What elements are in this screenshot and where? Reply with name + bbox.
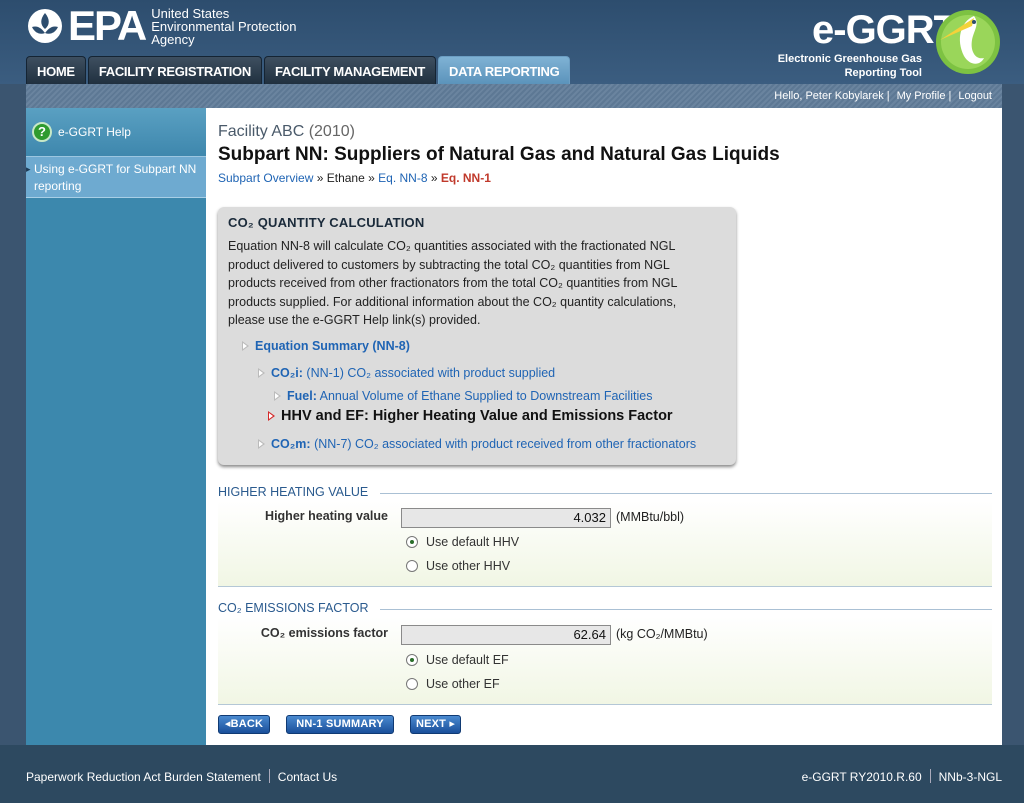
hhv-label: Higher heating value [265, 509, 388, 523]
ef-default-radio[interactable]: Use default EF [406, 653, 509, 667]
hhv-other-radio[interactable]: Use other HHV [406, 559, 510, 573]
separator: | [886, 90, 890, 102]
user-greeting: Hello, Peter Kobylarek [774, 90, 884, 102]
my-profile-link[interactable]: My Profile [897, 90, 946, 102]
calc-panel-title: CO₂ QUANTITY CALCULATION [228, 215, 425, 230]
ef-section-title: CO₂ EMISSIONS FACTOR [218, 601, 373, 615]
breadcrumb-sep: » [316, 171, 327, 185]
ef-default-label: Use default EF [426, 653, 509, 667]
triangle-right-icon [258, 439, 265, 449]
agency-line2: Environmental Protection [151, 18, 297, 34]
triangle-right-icon [258, 368, 265, 378]
facility-label: Facility ABC [218, 123, 305, 140]
separator [929, 769, 931, 783]
equation-summary-label: Equation Summary (NN-8) [255, 339, 410, 353]
nn1-summary-button[interactable]: NN-1 SUMMARY [286, 715, 394, 734]
sidebar-link-subpart-nn[interactable]: Using e-GGRT for Subpart NN reporting [26, 156, 206, 198]
ef-label: CO₂ emissions factor [260, 626, 388, 640]
ef-unit: (kg CO₂/MMBtu) [616, 627, 708, 641]
co2m-label: CO₂m: [271, 437, 311, 451]
epa-wordmark: EPA [68, 2, 147, 49]
contact-us-link[interactable]: Contact Us [278, 770, 337, 784]
radio-selected-icon [406, 536, 418, 548]
reporting-year: (2010) [308, 123, 355, 140]
triangle-right-icon [242, 341, 249, 351]
epa-flower-icon [26, 7, 64, 45]
footer: Paperwork Reduction Act Burden Statement… [0, 745, 1024, 803]
equation-summary-link[interactable]: Equation Summary (NN-8) [242, 339, 410, 353]
help-question-icon: ? [32, 122, 52, 142]
fuel-label: Fuel: [287, 389, 317, 403]
radio-unselected-icon [406, 560, 418, 572]
ef-other-label: Use other EF [426, 677, 500, 691]
co2-calculation-panel: CO₂ QUANTITY CALCULATION Equation NN-8 w… [218, 207, 736, 465]
version-label: e-GGRT RY2010.R.60 [801, 770, 922, 784]
eggrt-logo: e-GGRT Electronic Greenhouse Gas Reporti… [772, 6, 1002, 82]
paperwork-link[interactable]: Paperwork Reduction Act Burden Statement [26, 770, 261, 784]
page-id-label: NNb-3-NGL [938, 770, 1002, 784]
page-title: Subpart NN: Suppliers of Natural Gas and… [218, 144, 780, 165]
hhv-section-title: HIGHER HEATING VALUE [218, 485, 373, 499]
sidebar-help-label: e-GGRT Help [58, 125, 131, 139]
main-nav-tabs: HOME FACILITY REGISTRATION FACILITY MANA… [26, 56, 572, 84]
current-equation-label: HHV and EF: Higher Heating Value and Emi… [281, 408, 673, 424]
co2i-label: CO₂i: [271, 366, 303, 380]
hhv-default-radio[interactable]: Use default HHV [406, 535, 519, 549]
sidebar: ? e-GGRT Help Using e-GGRT for Subpart N… [26, 108, 206, 745]
separator: | [948, 90, 952, 102]
breadcrumb-subpart-overview[interactable]: Subpart Overview [218, 171, 313, 185]
user-bar: Hello, Peter Kobylarek | My Profile | Logout [26, 84, 1002, 108]
footer-version: e-GGRT RY2010.R.60 NNb-3-NGL [802, 769, 1002, 784]
fuel-link[interactable]: Fuel: Annual Volume of Ethane Supplied t… [274, 389, 652, 403]
eggrt-subtitle-1: Electronic Greenhouse Gas [777, 53, 922, 65]
hhv-input[interactable]: 4.032 [401, 508, 611, 528]
separator [268, 769, 270, 783]
hhv-section: Higher heating value 4.032 (MMBtu/bbl) U… [218, 501, 992, 587]
co2m-text: (NN-7) CO₂ associated with product recei… [310, 437, 697, 451]
agency-line1: United States [151, 5, 230, 21]
eggrt-subtitle-2: Reporting Tool [844, 67, 922, 79]
triangle-right-icon [274, 391, 281, 401]
ef-section: CO₂ emissions factor 62.64 (kg CO₂/MMBtu… [218, 617, 992, 705]
fuel-text: Annual Volume of Ethane Supplied to Down… [316, 389, 653, 403]
epa-logo[interactable]: EPA United States Environmental Protecti… [26, 2, 297, 49]
co2i-text: (NN-1) CO₂ associated with product suppl… [302, 366, 556, 380]
calc-description: Equation NN-8 will calculate CO₂ quantit… [228, 239, 678, 327]
back-button[interactable]: ◂BACK [218, 715, 270, 734]
hhv-other-label: Use other HHV [426, 559, 511, 573]
hhv-section-header: HIGHER HEATING VALUE [218, 485, 992, 501]
breadcrumb-sep: » [430, 171, 441, 185]
current-step-arrow-icon [268, 411, 275, 421]
main-content: Facility ABC (2010) Subpart NN: Supplier… [206, 108, 1002, 745]
radio-unselected-icon [406, 678, 418, 690]
next-button[interactable]: NEXT ▸ [410, 715, 461, 734]
header: EPA United States Environmental Protecti… [0, 0, 1024, 84]
ef-other-radio[interactable]: Use other EF [406, 677, 500, 691]
breadcrumb-eq-nn8[interactable]: Eq. NN-8 [378, 171, 427, 185]
breadcrumb: Subpart Overview » Ethane » Eq. NN-8 » E… [218, 171, 491, 185]
logout-link[interactable]: Logout [958, 90, 992, 102]
tab-data-reporting[interactable]: DATA REPORTING [438, 56, 571, 84]
hhv-default-label: Use default HHV [426, 535, 520, 549]
egret-bird-icon [930, 6, 1002, 78]
breadcrumb-ethane: Ethane [326, 171, 365, 185]
tab-home[interactable]: HOME [26, 56, 86, 84]
agency-line3: Agency [151, 31, 195, 47]
co2m-link[interactable]: CO₂m: (NN-7) CO₂ associated with product… [258, 437, 696, 451]
footer-links: Paperwork Reduction Act Burden Statement… [26, 769, 337, 784]
breadcrumb-sep: » [368, 171, 379, 185]
tab-facility-management[interactable]: FACILITY MANAGEMENT [263, 56, 436, 84]
ef-input[interactable]: 62.64 [401, 625, 611, 645]
radio-selected-icon [406, 654, 418, 666]
facility-name: Facility ABC (2010) [218, 123, 355, 141]
co2i-link[interactable]: CO₂i: (NN-1) CO₂ associated with product… [258, 366, 555, 380]
current-equation: HHV and EF: Higher Heating Value and Emi… [268, 408, 673, 424]
sidebar-help[interactable]: ? e-GGRT Help [26, 108, 206, 156]
breadcrumb-eq-nn1: Eq. NN-1 [440, 171, 491, 185]
tab-facility-registration[interactable]: FACILITY REGISTRATION [87, 56, 262, 84]
ef-section-header: CO₂ EMISSIONS FACTOR [218, 601, 992, 617]
agency-name: United States Environmental Protection A… [151, 7, 296, 46]
hhv-unit: (MMBtu/bbl) [616, 510, 685, 524]
